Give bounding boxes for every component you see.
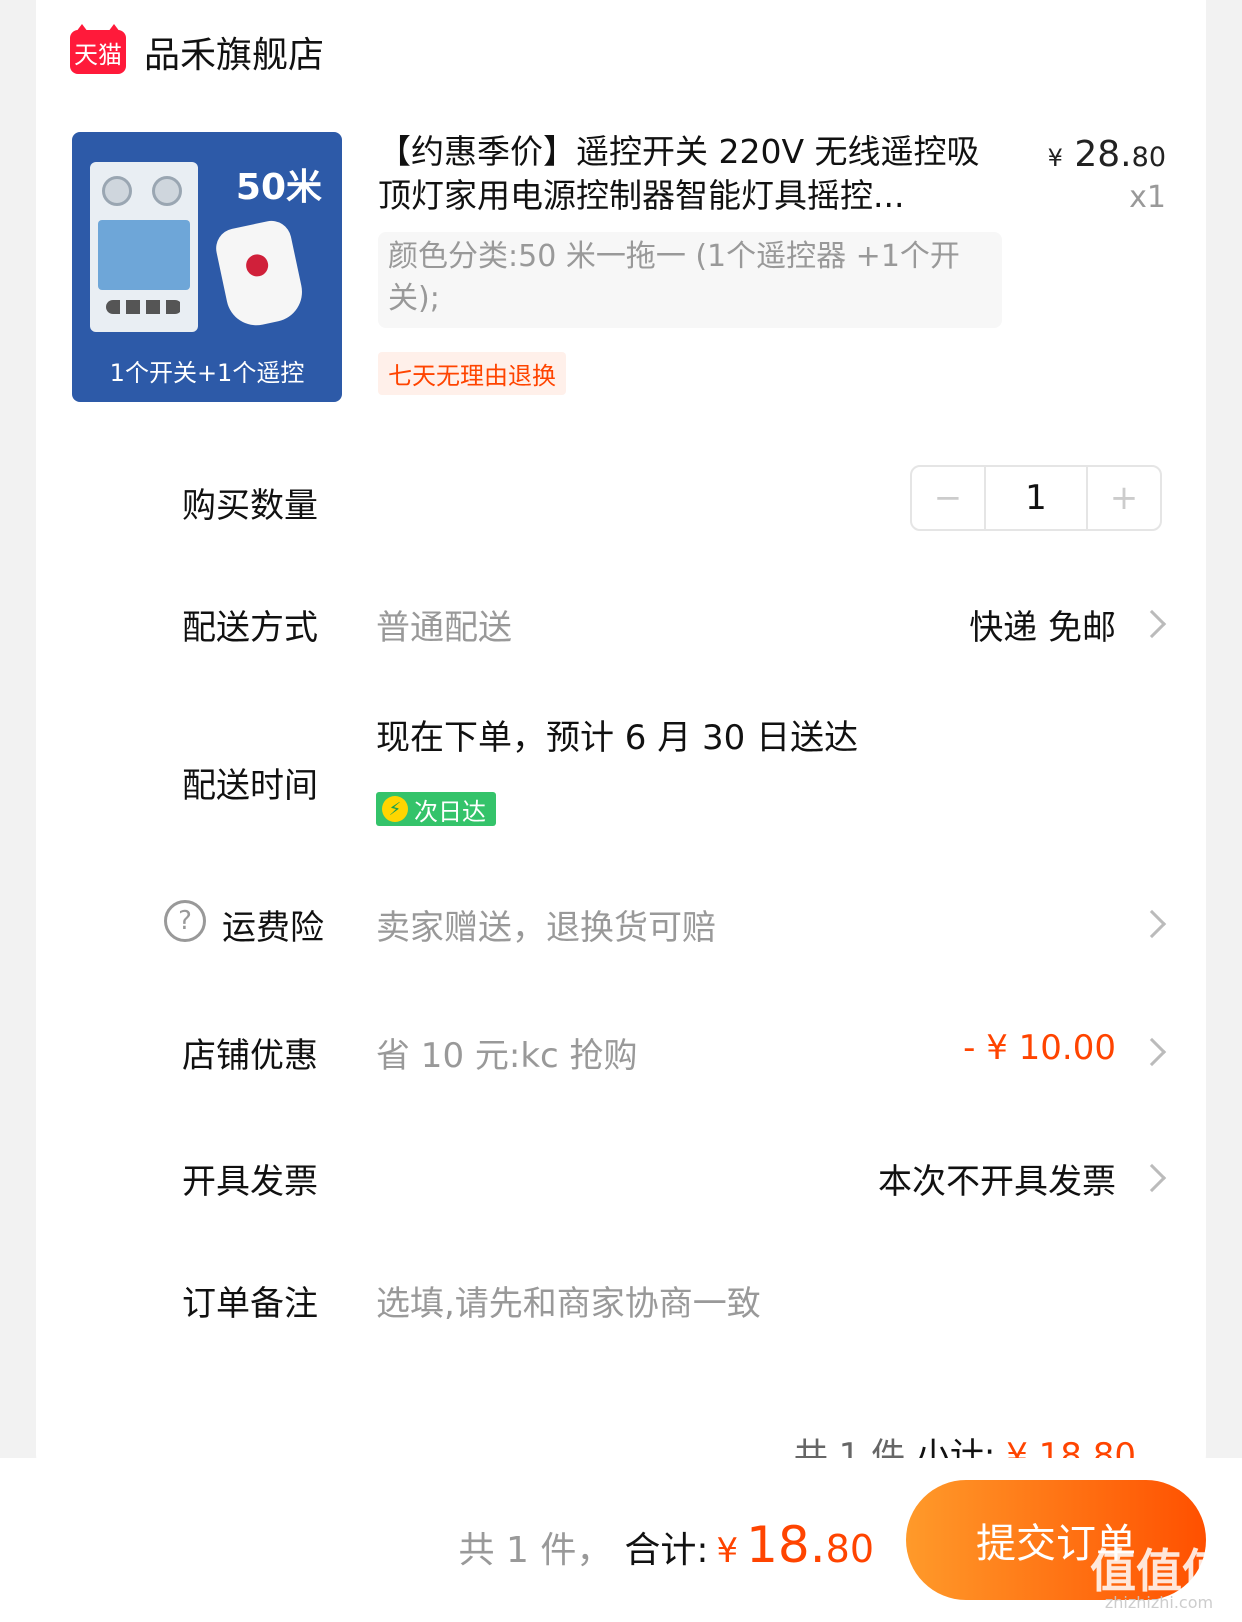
question-mark-icon[interactable]: ?	[164, 900, 206, 942]
price-currency: ¥	[1047, 144, 1063, 172]
order-note-label: 订单备注	[182, 1284, 318, 1324]
invoice-value: 本次不开具发票	[878, 1162, 1116, 1202]
shop-header[interactable]: 天猫 品禾旗舰店	[70, 24, 324, 80]
checkout-bar: 共 1 件， 合计: ¥ 18. 80 提交订单 值值值 zhizhizhi.co…	[0, 1458, 1242, 1622]
shipping-insurance-value: 卖家赠送，退换货可赔	[376, 908, 716, 948]
quantity-value[interactable]: 1	[984, 467, 1088, 529]
switch-illustration	[90, 162, 198, 332]
increment-button[interactable]: +	[1088, 467, 1160, 529]
invoice-label: 开具发票	[182, 1162, 318, 1202]
shipping-insurance-row[interactable]: ? 运费险 卖家赠送，退换货可赔	[0, 880, 1242, 960]
invoice-row[interactable]: 开具发票 本次不开具发票	[0, 1134, 1242, 1214]
delivery-method-row[interactable]: 配送方式 普通配送 快递 免邮	[0, 580, 1242, 660]
shop-name[interactable]: 品禾旗舰店	[144, 26, 324, 78]
product-image[interactable]: 50米 1个开关+1个遥控	[72, 132, 342, 402]
image-badge: 50米	[235, 167, 322, 208]
product-quantity: x1	[1129, 180, 1166, 215]
decrement-button[interactable]: −	[912, 467, 984, 529]
price-dec: 80	[1131, 142, 1166, 173]
remote-illustration	[212, 217, 308, 331]
product-title[interactable]: 【约惠季价】遥控开关 220V 无线遥控吸顶灯家用电源控制器智能灯具摇控...	[378, 130, 1008, 218]
delivery-method-label: 配送方式	[182, 608, 318, 648]
chevron-right-icon[interactable]	[1137, 909, 1167, 939]
store-discount-row[interactable]: 店铺优惠 省 10 元:kc 抢购 - ¥ 10.00	[0, 1008, 1242, 1088]
order-note-input[interactable]: 选填,请先和商家协商一致	[376, 1276, 761, 1325]
return-policy-tag: 七天无理由退换	[378, 352, 566, 395]
store-discount-value: 省 10 元:kc 抢购	[376, 1036, 638, 1076]
total-currency: ¥	[716, 1531, 739, 1571]
order-note-row[interactable]: 订单备注 选填,请先和商家协商一致	[0, 1256, 1242, 1336]
tmall-logo-icon: 天猫	[70, 24, 126, 74]
product-price: ¥ 28.80	[1048, 134, 1166, 175]
tmall-logo-text: 天猫	[74, 40, 122, 69]
quantity-label: 购买数量	[182, 486, 318, 526]
chevron-right-icon[interactable]	[1137, 1037, 1167, 1067]
total-amount-int: 18.	[746, 1516, 826, 1574]
store-discount-label: 店铺优惠	[182, 1036, 318, 1076]
shipping-insurance-label: 运费险	[222, 908, 324, 948]
delivery-time-row: 配送时间 现在下单，预计 6 月 30 日送达	[0, 710, 1242, 830]
delivery-time-value: 现在下单，预计 6 月 30 日送达	[376, 718, 859, 758]
order-total: 共 1 件， 合计: ¥ 18. 80	[459, 1516, 874, 1574]
chevron-right-icon[interactable]	[1137, 1163, 1167, 1193]
watermark-logo: 值值值 zhizhizhi.com	[1090, 1548, 1228, 1612]
delivery-time-label: 配送时间	[182, 766, 318, 806]
product-sku[interactable]: 颜色分类:50 米一拖一 (1个遥控器 +1个开关);	[378, 232, 1002, 328]
chevron-right-icon[interactable]	[1137, 609, 1167, 639]
delivery-method-value: 普通配送	[376, 608, 512, 648]
lightning-icon: ⚡	[382, 796, 408, 822]
quantity-stepper[interactable]: − 1 +	[910, 465, 1162, 531]
total-amount-dec: 80	[825, 1527, 874, 1571]
delivery-method-option: 快递 免邮	[969, 608, 1116, 648]
total-count: 共 1 件，	[458, 1530, 613, 1571]
next-day-text: 次日达	[414, 797, 486, 826]
total-label: 合计:	[624, 1530, 709, 1571]
image-caption: 1个开关+1个遥控	[109, 359, 305, 387]
store-discount-amount: - ¥ 10.00	[963, 1028, 1116, 1068]
watermark-text: 值值值	[1090, 1544, 1228, 1598]
watermark-url: zhizhizhi.com	[1104, 1593, 1214, 1612]
price-int: 28.	[1074, 134, 1132, 175]
next-day-badge: ⚡ 次日达	[376, 792, 496, 826]
